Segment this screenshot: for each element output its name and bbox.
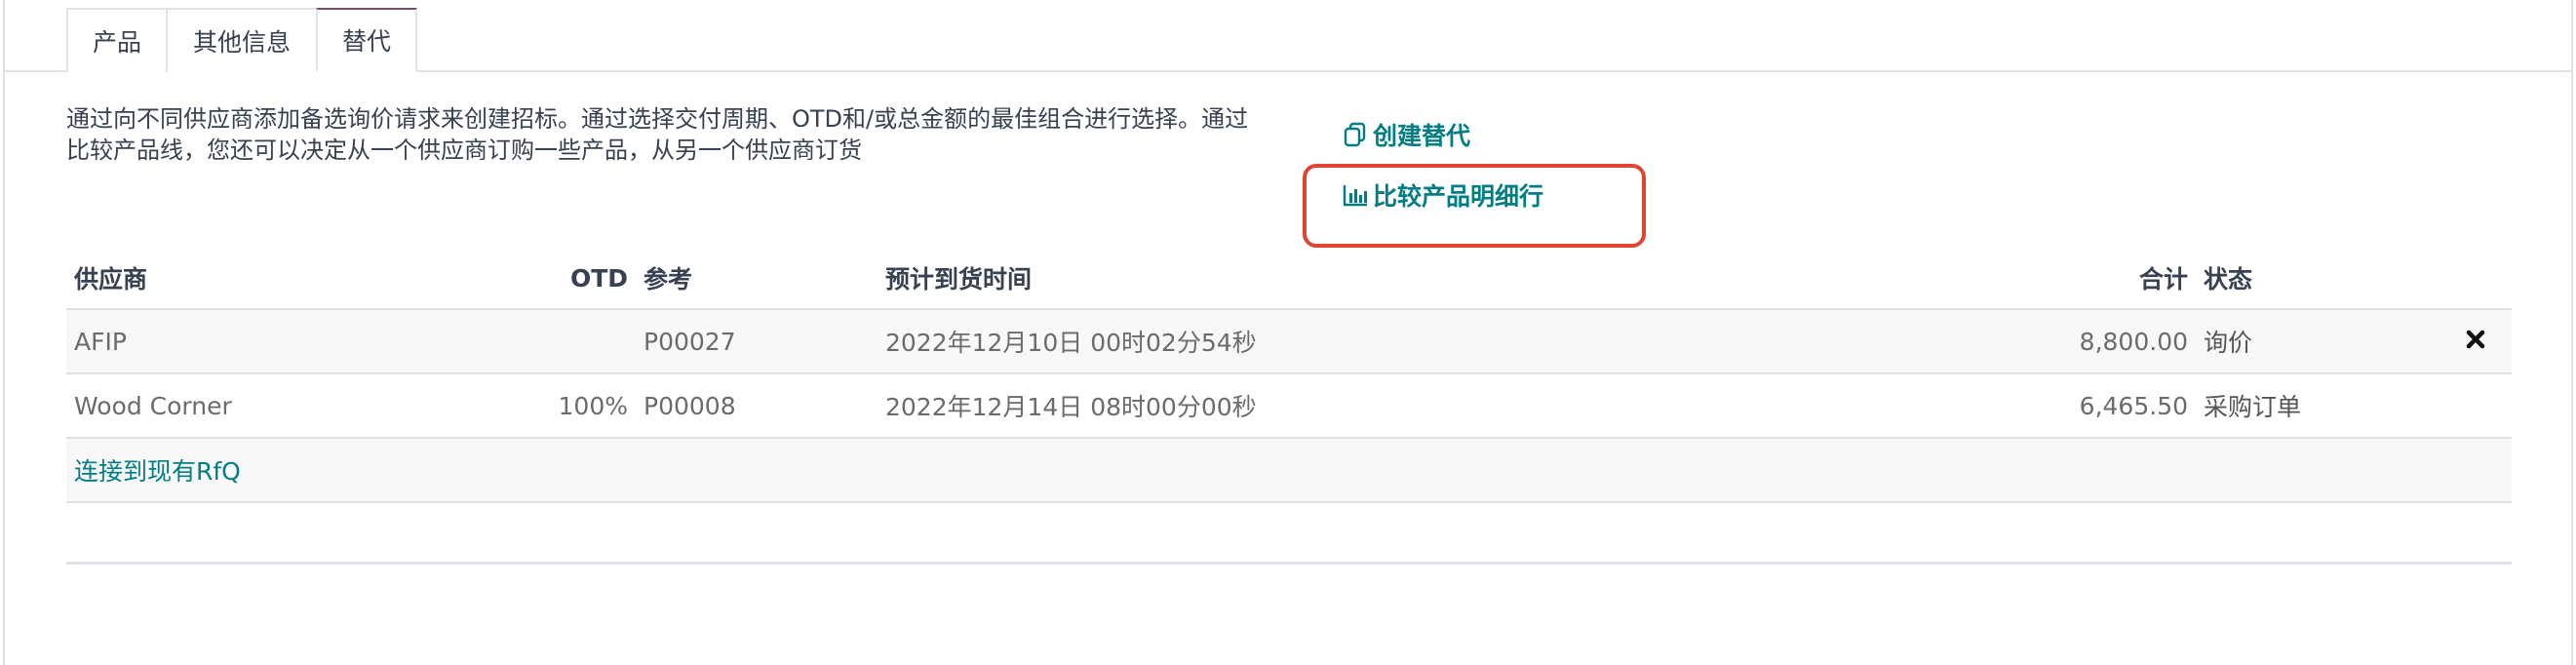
total-cell: 6,465.50 [2079, 391, 2188, 420]
table-row[interactable]: Wood Corner 100% P00008 2022年12月14日 08时0… [66, 374, 2512, 439]
expected-arrival-cell: 2022年12月10日 00时02分54秒 [885, 329, 1257, 357]
table-row[interactable]: AFIP P00027 2022年12月10日 00时02分54秒 8,800.… [66, 310, 2512, 374]
delete-row-button[interactable] [2461, 310, 2490, 372]
reference-cell: P00027 [644, 327, 736, 356]
tab-other-info[interactable]: 其他信息 [166, 8, 318, 72]
close-icon [2465, 328, 2486, 356]
otd-cell: 100% [558, 391, 628, 420]
add-line-row: 连接到现有RfQ [66, 439, 2512, 503]
header-status[interactable]: 状态 [2204, 248, 2252, 308]
tab-alternatives[interactable]: 替代 [316, 8, 417, 72]
vendor-cell: AFIP [74, 327, 127, 356]
header-total[interactable]: 合计 [2139, 248, 2188, 308]
vendor-cell: Wood Corner [74, 391, 232, 420]
header-expected-arrival[interactable]: 预计到货时间 [885, 248, 1032, 308]
header-reference[interactable]: 参考 [644, 248, 692, 308]
tab-alternatives-label: 替代 [341, 27, 391, 56]
status-cell: 采购订单 [2204, 393, 2302, 421]
tab-products-label: 产品 [92, 28, 141, 57]
highlight-annotation [1303, 164, 1646, 248]
header-vendor[interactable]: 供应商 [74, 248, 147, 308]
alternatives-table: 供应商 OTD 参考 预计到货时间 合计 状态 AFIP P00027 2022… [66, 248, 2512, 503]
notebook-tabs: 产品 其他信息 替代 [66, 8, 417, 72]
table-header-row: 供应商 OTD 参考 预计到货时间 合计 状态 [66, 248, 2512, 310]
create-alternative-button[interactable]: 创建替代 [1342, 117, 1470, 152]
expected-arrival-cell: 2022年12月14日 08时00分00秒 [885, 393, 1257, 421]
table-footer-divider [66, 562, 2512, 565]
header-otd[interactable]: OTD [570, 248, 628, 308]
link-existing-rfq-button[interactable]: 连接到现有RfQ [74, 439, 241, 501]
alternatives-description: 通过向不同供应商添加备选询价请求来创建招标。通过选择交付周期、OTD和/或总金额… [66, 105, 1249, 164]
tab-other-info-label: 其他信息 [192, 28, 291, 57]
tab-products[interactable]: 产品 [66, 8, 168, 72]
status-cell: 询价 [2204, 329, 2253, 357]
create-alternative-label: 创建替代 [1373, 122, 1471, 150]
copy-icon [1342, 121, 1369, 148]
total-cell: 8,800.00 [2079, 327, 2188, 356]
reference-cell: P00008 [644, 391, 736, 420]
